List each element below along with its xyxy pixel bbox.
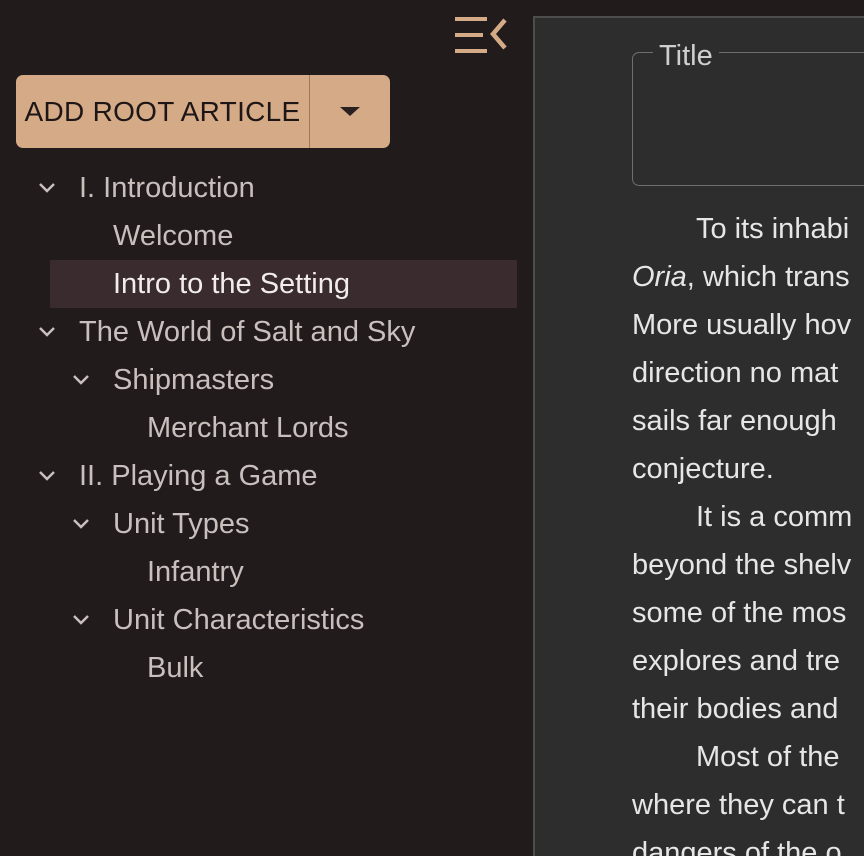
tree-item[interactable]: Intro to the Setting — [50, 260, 517, 308]
tree-item-label: Merchant Lords — [147, 411, 349, 444]
line-text: dangers of the o — [632, 837, 842, 856]
line-text: where they can t — [632, 789, 845, 821]
tree-item[interactable]: Shipmasters — [0, 356, 533, 404]
article-line: More usually hov — [632, 301, 864, 349]
article-line: where they can t — [632, 781, 864, 829]
chevron-down-icon[interactable] — [36, 465, 58, 487]
article-line: Most of the — [632, 733, 864, 781]
tree-item[interactable]: The World of Salt and Sky — [0, 308, 533, 356]
title-label: Title — [653, 36, 719, 76]
line-text: It is a comm — [696, 501, 853, 533]
article-line: sails far enough — [632, 397, 864, 445]
article-sidebar: ADD ROOT ARTICLE I. Introduction Welcome I… — [0, 0, 533, 856]
article-body[interactable]: To its inhabi Oria, which trans More usual… — [632, 205, 864, 856]
tree-item-label: Welcome — [113, 219, 234, 252]
article-line: direction no mat — [632, 349, 864, 397]
chevron-down-icon[interactable] — [36, 177, 58, 199]
line-text: direction no mat — [632, 357, 839, 389]
article-editor: Title To its inhabi Oria, which trans More… — [533, 16, 864, 856]
tree-item-label: Intro to the Setting — [113, 267, 350, 300]
line-text: explores and tre — [632, 645, 840, 677]
line-text: their bodies and — [632, 693, 839, 725]
article-line: beyond the shelv — [632, 541, 864, 589]
add-root-article-button[interactable]: ADD ROOT ARTICLE — [16, 75, 310, 148]
article-line: conjecture. — [632, 445, 864, 493]
add-root-article-group: ADD ROOT ARTICLE — [16, 75, 390, 148]
collapse-sidebar-button[interactable] — [452, 14, 512, 58]
line-text: , which trans — [686, 261, 850, 293]
line-text: some of the mos — [632, 597, 847, 629]
tree-item-label: Unit Characteristics — [113, 603, 365, 636]
caret-down-icon — [340, 107, 360, 116]
tree-item[interactable]: Welcome — [0, 212, 533, 260]
tree-item[interactable]: II. Playing a Game — [0, 452, 533, 500]
line-text: Most of the — [696, 741, 840, 773]
chevron-down-icon[interactable] — [70, 513, 92, 535]
article-line: their bodies and — [632, 685, 864, 733]
tree-item-label: Bulk — [147, 651, 204, 684]
chevron-down-icon[interactable] — [70, 609, 92, 631]
tree-item-label: Unit Types — [113, 507, 250, 540]
collapse-menu-icon — [455, 17, 507, 53]
title-input[interactable] — [645, 88, 864, 148]
article-tree: I. Introduction Welcome Intro to the Setti… — [0, 164, 533, 692]
article-line: explores and tre — [632, 637, 864, 685]
line-text: More usually hov — [632, 309, 852, 341]
article-line: To its inhabi — [632, 205, 864, 253]
tree-item[interactable]: Merchant Lords — [0, 404, 533, 452]
tree-item[interactable]: Unit Characteristics — [0, 596, 533, 644]
app-root: ADD ROOT ARTICLE I. Introduction Welcome I… — [0, 0, 864, 856]
line-text: sails far enough — [632, 405, 837, 437]
tree-item-label: I. Introduction — [79, 171, 255, 204]
article-line: Oria, which trans — [632, 253, 864, 301]
tree-item-label: II. Playing a Game — [79, 459, 318, 492]
tree-item[interactable]: Infantry — [0, 548, 533, 596]
tree-item-label: Shipmasters — [113, 363, 275, 396]
chevron-down-icon[interactable] — [36, 321, 58, 343]
article-line: It is a comm — [632, 493, 864, 541]
tree-item-label: The World of Salt and Sky — [79, 315, 416, 348]
add-article-dropdown-button[interactable] — [310, 75, 390, 148]
tree-item[interactable]: Unit Types — [0, 500, 533, 548]
italic-term: Oria — [632, 261, 687, 293]
line-text: To its inhabi — [696, 213, 850, 245]
tree-item-label: Infantry — [147, 555, 244, 588]
tree-item[interactable]: I. Introduction — [0, 164, 533, 212]
line-text: beyond the shelv — [632, 549, 852, 581]
chevron-down-icon[interactable] — [70, 369, 92, 391]
tree-item[interactable]: Bulk — [0, 644, 533, 692]
article-line: some of the mos — [632, 589, 864, 637]
article-line: dangers of the o — [632, 829, 864, 856]
line-text: conjecture. — [632, 453, 774, 485]
